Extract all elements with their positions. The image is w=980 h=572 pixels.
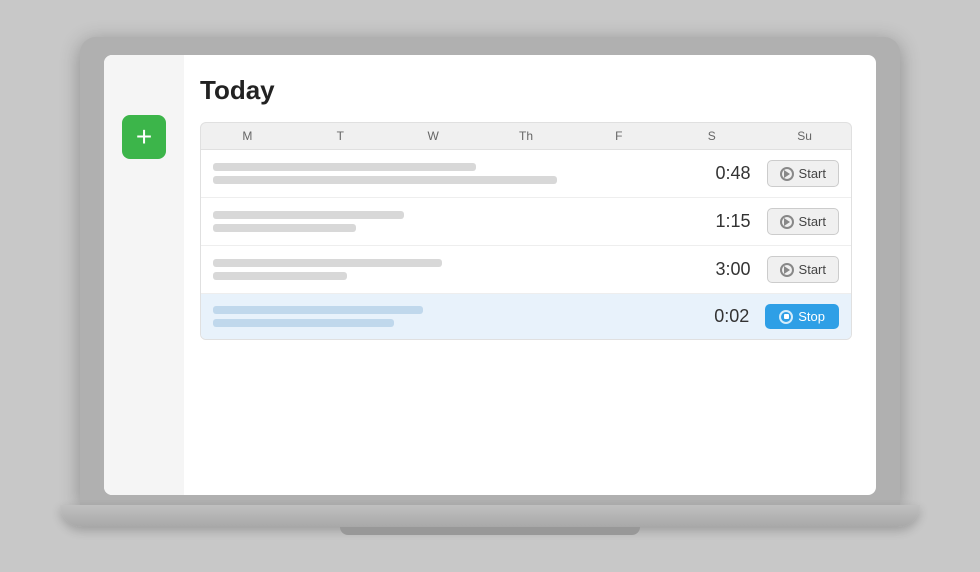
start-button[interactable]: Start xyxy=(767,208,839,235)
entry-bar-1 xyxy=(213,306,423,314)
entry-bar-1 xyxy=(213,211,404,219)
laptop-base xyxy=(60,505,920,527)
stop-icon xyxy=(779,310,793,324)
day-header-row: M T W Th F S Su xyxy=(200,122,852,149)
table-row: 3:00 Start xyxy=(201,246,851,294)
screen-bezel: + Today M T W Th F S Su xyxy=(80,37,900,505)
day-thursday: Th xyxy=(480,123,573,149)
entry-info xyxy=(213,306,689,327)
start-label: Start xyxy=(799,262,826,277)
start-icon xyxy=(780,167,794,181)
entry-bar-2 xyxy=(213,224,356,232)
day-monday: M xyxy=(201,123,294,149)
entry-bar-2 xyxy=(213,319,394,327)
screen: + Today M T W Th F S Su xyxy=(104,55,876,495)
day-tuesday: T xyxy=(294,123,387,149)
start-button[interactable]: Start xyxy=(767,160,839,187)
laptop-container: + Today M T W Th F S Su xyxy=(80,37,900,535)
entry-bar-2 xyxy=(213,272,347,280)
main-content: Today M T W Th F S Su xyxy=(184,55,876,495)
stop-button[interactable]: Stop xyxy=(765,304,839,329)
sidebar: + xyxy=(104,55,184,495)
start-label: Start xyxy=(799,166,826,181)
entry-time: 3:00 xyxy=(691,259,751,280)
table-row: 0:48 Start xyxy=(201,150,851,198)
day-wednesday: W xyxy=(387,123,480,149)
page-title: Today xyxy=(200,75,852,106)
entry-time: 0:02 xyxy=(689,306,749,327)
stop-label: Stop xyxy=(798,309,825,324)
day-friday: F xyxy=(572,123,665,149)
table-row: 1:15 Start xyxy=(201,198,851,246)
entry-bar-2 xyxy=(213,176,557,184)
start-label: Start xyxy=(799,214,826,229)
add-button[interactable]: + xyxy=(122,115,166,159)
entries-table: 0:48 Start 1:15 xyxy=(200,149,852,340)
entry-info xyxy=(213,259,691,280)
entry-time: 1:15 xyxy=(691,211,751,232)
start-button[interactable]: Start xyxy=(767,256,839,283)
laptop-bottom-strip xyxy=(340,527,640,535)
entry-info xyxy=(213,163,691,184)
entry-time: 0:48 xyxy=(691,163,751,184)
start-icon xyxy=(780,263,794,277)
table-row-active: 0:02 Stop xyxy=(201,294,851,339)
start-icon xyxy=(780,215,794,229)
day-saturday: S xyxy=(665,123,758,149)
plus-icon: + xyxy=(136,123,152,151)
entry-info xyxy=(213,211,691,232)
entry-bar-1 xyxy=(213,259,442,267)
day-sunday: Su xyxy=(758,123,851,149)
entry-bar-1 xyxy=(213,163,476,171)
